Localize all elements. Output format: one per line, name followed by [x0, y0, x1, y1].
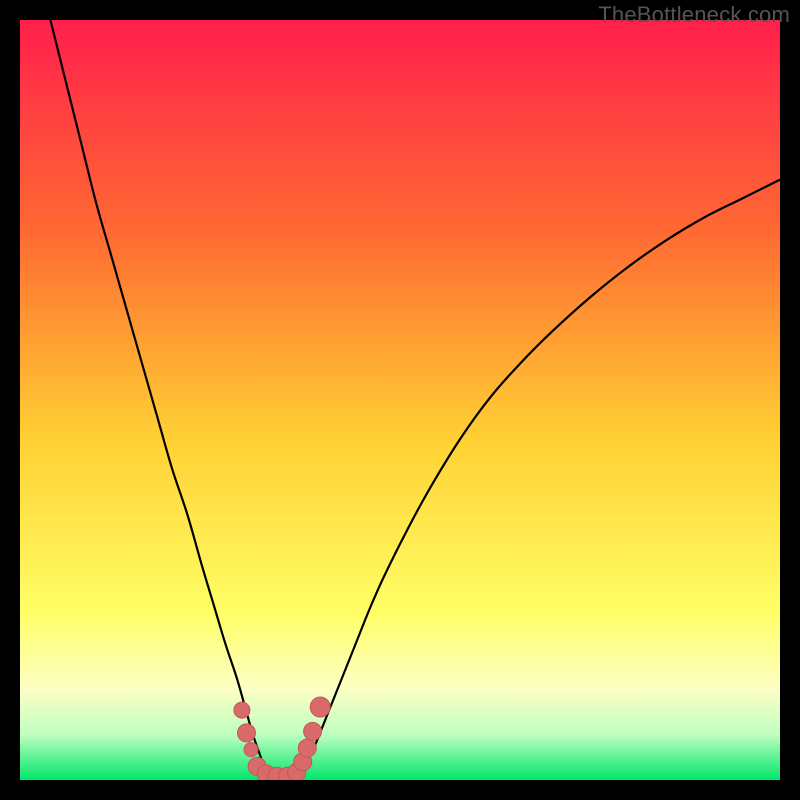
marker-point: [244, 743, 258, 757]
marker-point: [298, 739, 316, 757]
marker-point: [310, 697, 330, 717]
chart-plot-area: [20, 20, 780, 780]
marker-point: [234, 702, 250, 718]
gradient-background: [20, 20, 780, 780]
attribution-text: TheBottleneck.com: [598, 2, 790, 28]
marker-point: [237, 724, 255, 742]
chart-svg: [20, 20, 780, 780]
marker-point: [304, 722, 322, 740]
